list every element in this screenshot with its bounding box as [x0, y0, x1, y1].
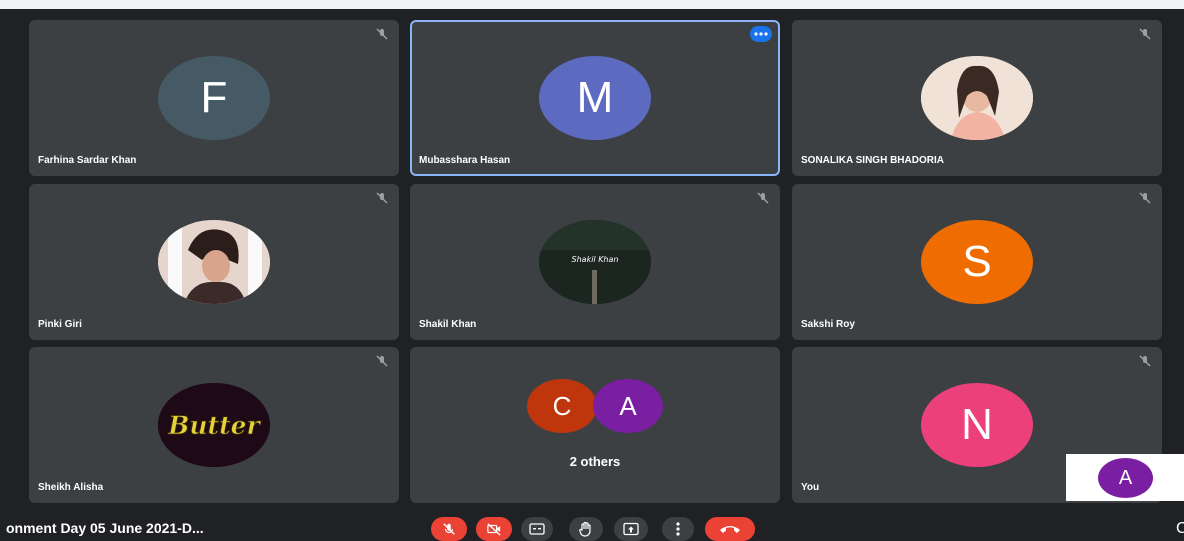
present-screen-icon	[623, 522, 639, 536]
camera-toggle-button[interactable]	[476, 517, 512, 541]
participant-tile-farhina[interactable]: F Farhina Sardar Khan	[29, 20, 399, 176]
others-count-label: 2 others	[569, 454, 621, 469]
raise-hand-icon	[579, 521, 591, 537]
mic-off-icon	[376, 28, 388, 40]
self-avatar: A	[1098, 458, 1153, 498]
participant-name: Farhina Sardar Khan	[38, 155, 137, 166]
participant-tile-shakil[interactable]: Shakil Khan Shakil Khan	[410, 184, 780, 340]
participant-tile-sonalika[interactable]: SONALIKA SINGH BHADORIA	[792, 20, 1162, 176]
mic-off-icon	[443, 523, 455, 535]
edge-glyph: C	[1176, 520, 1184, 537]
participant-tile-sakshi[interactable]: S Sakshi Roy	[792, 184, 1162, 340]
mic-off-icon	[1139, 355, 1151, 367]
self-view-panel[interactable]: A	[1066, 454, 1184, 501]
captions-icon	[529, 523, 545, 535]
mic-off-icon	[376, 192, 388, 204]
participant-name: SONALIKA SINGH BHADORIA	[801, 155, 944, 166]
photo-caption: Shakil Khan	[572, 255, 619, 264]
participant-name: Sakshi Roy	[801, 319, 855, 330]
mic-off-icon	[757, 192, 769, 204]
leave-call-button[interactable]	[705, 517, 755, 541]
others-avatar: A	[593, 379, 663, 433]
participant-name: Mubasshara Hasan	[419, 155, 511, 166]
profile-photo: Shakil Khan	[539, 220, 651, 304]
others-avatar: C	[527, 379, 597, 433]
participant-avatar: M	[539, 56, 651, 140]
photo-caption: Butter	[167, 411, 261, 440]
participant-tile-mubasshara[interactable]: M Mubasshara Hasan	[410, 20, 780, 176]
more-options-button[interactable]	[662, 517, 694, 541]
mic-off-icon	[1139, 28, 1151, 40]
participant-name: Pinki Giri	[38, 319, 82, 330]
participant-tile-alisha[interactable]: Butter Sheikh Alisha	[29, 347, 399, 503]
mic-toggle-button[interactable]	[431, 517, 467, 541]
mic-off-icon	[376, 355, 388, 367]
participant-name: Sheikh Alisha	[38, 482, 104, 493]
participant-avatar: F	[158, 56, 270, 140]
meeting-title: onment Day 05 June 2021-D...	[6, 520, 204, 536]
mic-off-icon	[1139, 192, 1151, 204]
captions-button[interactable]	[521, 517, 553, 541]
participant-name: You	[801, 482, 820, 493]
more-options-icon	[676, 522, 680, 536]
profile-photo	[921, 56, 1033, 140]
participant-avatar: N	[921, 383, 1033, 467]
participant-avatar: S	[921, 220, 1033, 304]
participant-tile-others[interactable]: C A 2 others	[410, 347, 780, 503]
present-screen-button[interactable]	[614, 517, 648, 541]
participant-tile-pinki[interactable]: Pinki Giri	[29, 184, 399, 340]
profile-photo: Butter	[158, 383, 270, 467]
raise-hand-button[interactable]	[569, 517, 603, 541]
participant-name: Shakil Khan	[419, 319, 477, 330]
camera-off-icon	[487, 523, 501, 536]
leave-call-icon	[720, 526, 740, 533]
more-options-icon[interactable]	[750, 26, 772, 42]
profile-photo	[158, 220, 270, 304]
browser-top-strip	[0, 0, 1184, 9]
